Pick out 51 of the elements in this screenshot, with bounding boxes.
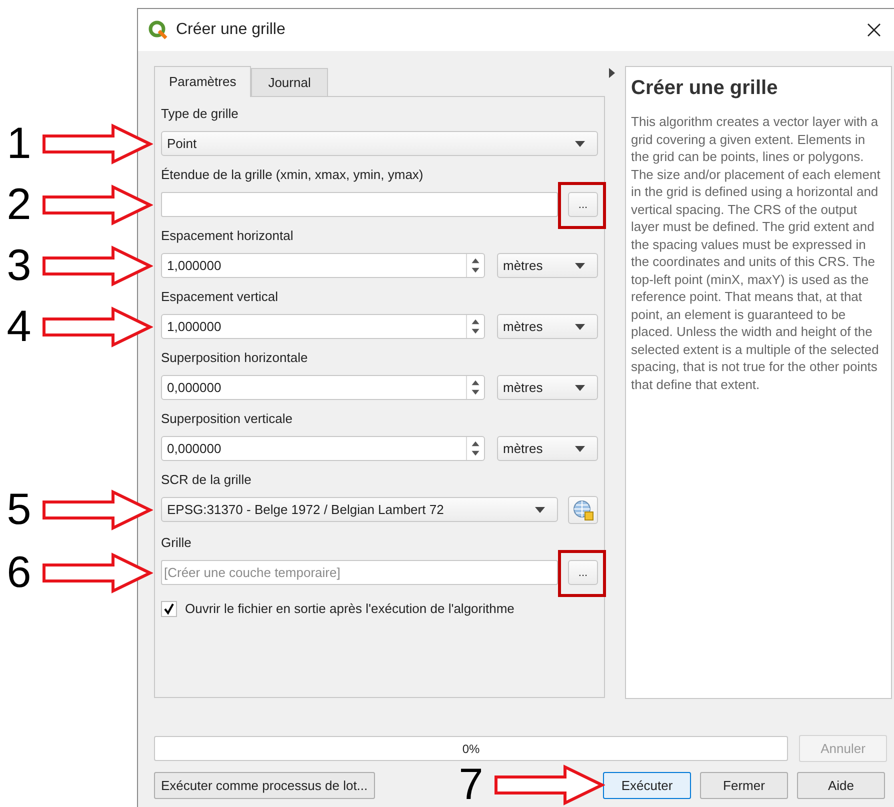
dialog-button[interactable]: Exécuter: [603, 772, 691, 799]
batch-button[interactable]: Exécuter comme processus de lot...: [154, 772, 375, 799]
field-label: Grille: [161, 534, 192, 552]
field-label: Superposition verticale: [161, 410, 294, 428]
step-number: 5: [6, 488, 32, 532]
globe-icon: [572, 499, 594, 521]
progress-reading: 0%: [462, 740, 480, 758]
step-number: 2: [6, 183, 32, 227]
dropdown-caret-icon: [575, 324, 585, 330]
window-title: Créer une grille: [176, 20, 286, 40]
path-field[interactable]: [161, 192, 558, 217]
dropdown-caret-icon: [575, 140, 585, 146]
dropdown-caret-icon: [575, 262, 585, 268]
field-label: Étendue de la grille (xmin, xmax, ymin, ymax): [161, 166, 424, 184]
checkbox[interactable]: [161, 600, 177, 617]
number-field[interactable]: 1,000000: [161, 314, 485, 339]
field-label: Espacement vertical: [161, 288, 280, 306]
step-number: 3: [6, 244, 32, 288]
dropdown[interactable]: mètres: [497, 436, 598, 461]
dropdown[interactable]: mètres: [497, 314, 598, 339]
dropdown[interactable]: EPSG:31370 - Belge 1972 / Belgian Lambert 72: [161, 497, 558, 522]
dropdown-caret-icon: [575, 446, 585, 452]
step-number: 7: [458, 763, 484, 807]
dropdown-caret-icon: [535, 506, 545, 512]
help-text: This algorithm creates a vector layer with a grid covering a given extent. Elements in the grid can be points, lines or polygons. The size and/or placement of each element in the grid is defined using a horizontal and vertical spacing. The CRS of the output layer must be defined. The grid extent and the spacing values must be expressed in the coordinates and units of this CRS. The top-left point (minX, maxY) is used as the reference point. That means that, at that point, an element is guaranteed to be placed. Unless the width and height of the selected extent is a multiple of the selected spacing, that is not true for the other points that define that extent.: [631, 113, 882, 393]
close-icon[interactable]: [866, 22, 882, 38]
dropdown[interactable]: mètres: [497, 375, 598, 400]
browse-button[interactable]: ...: [568, 560, 598, 585]
help-title: Créer une grille: [631, 76, 779, 101]
number-field[interactable]: 1,000000: [161, 253, 485, 278]
step-number: 1: [6, 122, 32, 166]
dialog-button[interactable]: Aide: [797, 772, 885, 799]
dialog-button[interactable]: Fermer: [700, 772, 788, 799]
checkbox-label: Ouvrir le fichier en sortie après l'exécution de l'algorithme: [185, 600, 514, 618]
step-number: 6: [6, 551, 32, 595]
dropdown-caret-icon: [575, 384, 585, 390]
browse-button[interactable]: ...: [568, 192, 598, 217]
field-label: Type de grille: [161, 105, 240, 123]
app-logo-icon: [148, 20, 168, 40]
tab[interactable]: Journal: [251, 68, 328, 96]
dropdown[interactable]: mètres: [497, 253, 598, 278]
tab[interactable]: Paramètres: [154, 66, 252, 97]
dropdown[interactable]: Point: [161, 131, 598, 156]
field-label: Superposition horizontale: [161, 349, 309, 367]
step-number: 4: [6, 305, 32, 349]
field-label: Espacement horizontal: [161, 227, 294, 245]
crs-select-button[interactable]: [568, 496, 598, 524]
number-field[interactable]: 0,000000: [161, 375, 485, 400]
field-label: SCR de la grille: [161, 471, 252, 489]
collapse-arrow-icon[interactable]: [609, 68, 615, 78]
number-field[interactable]: 0,000000: [161, 436, 485, 461]
